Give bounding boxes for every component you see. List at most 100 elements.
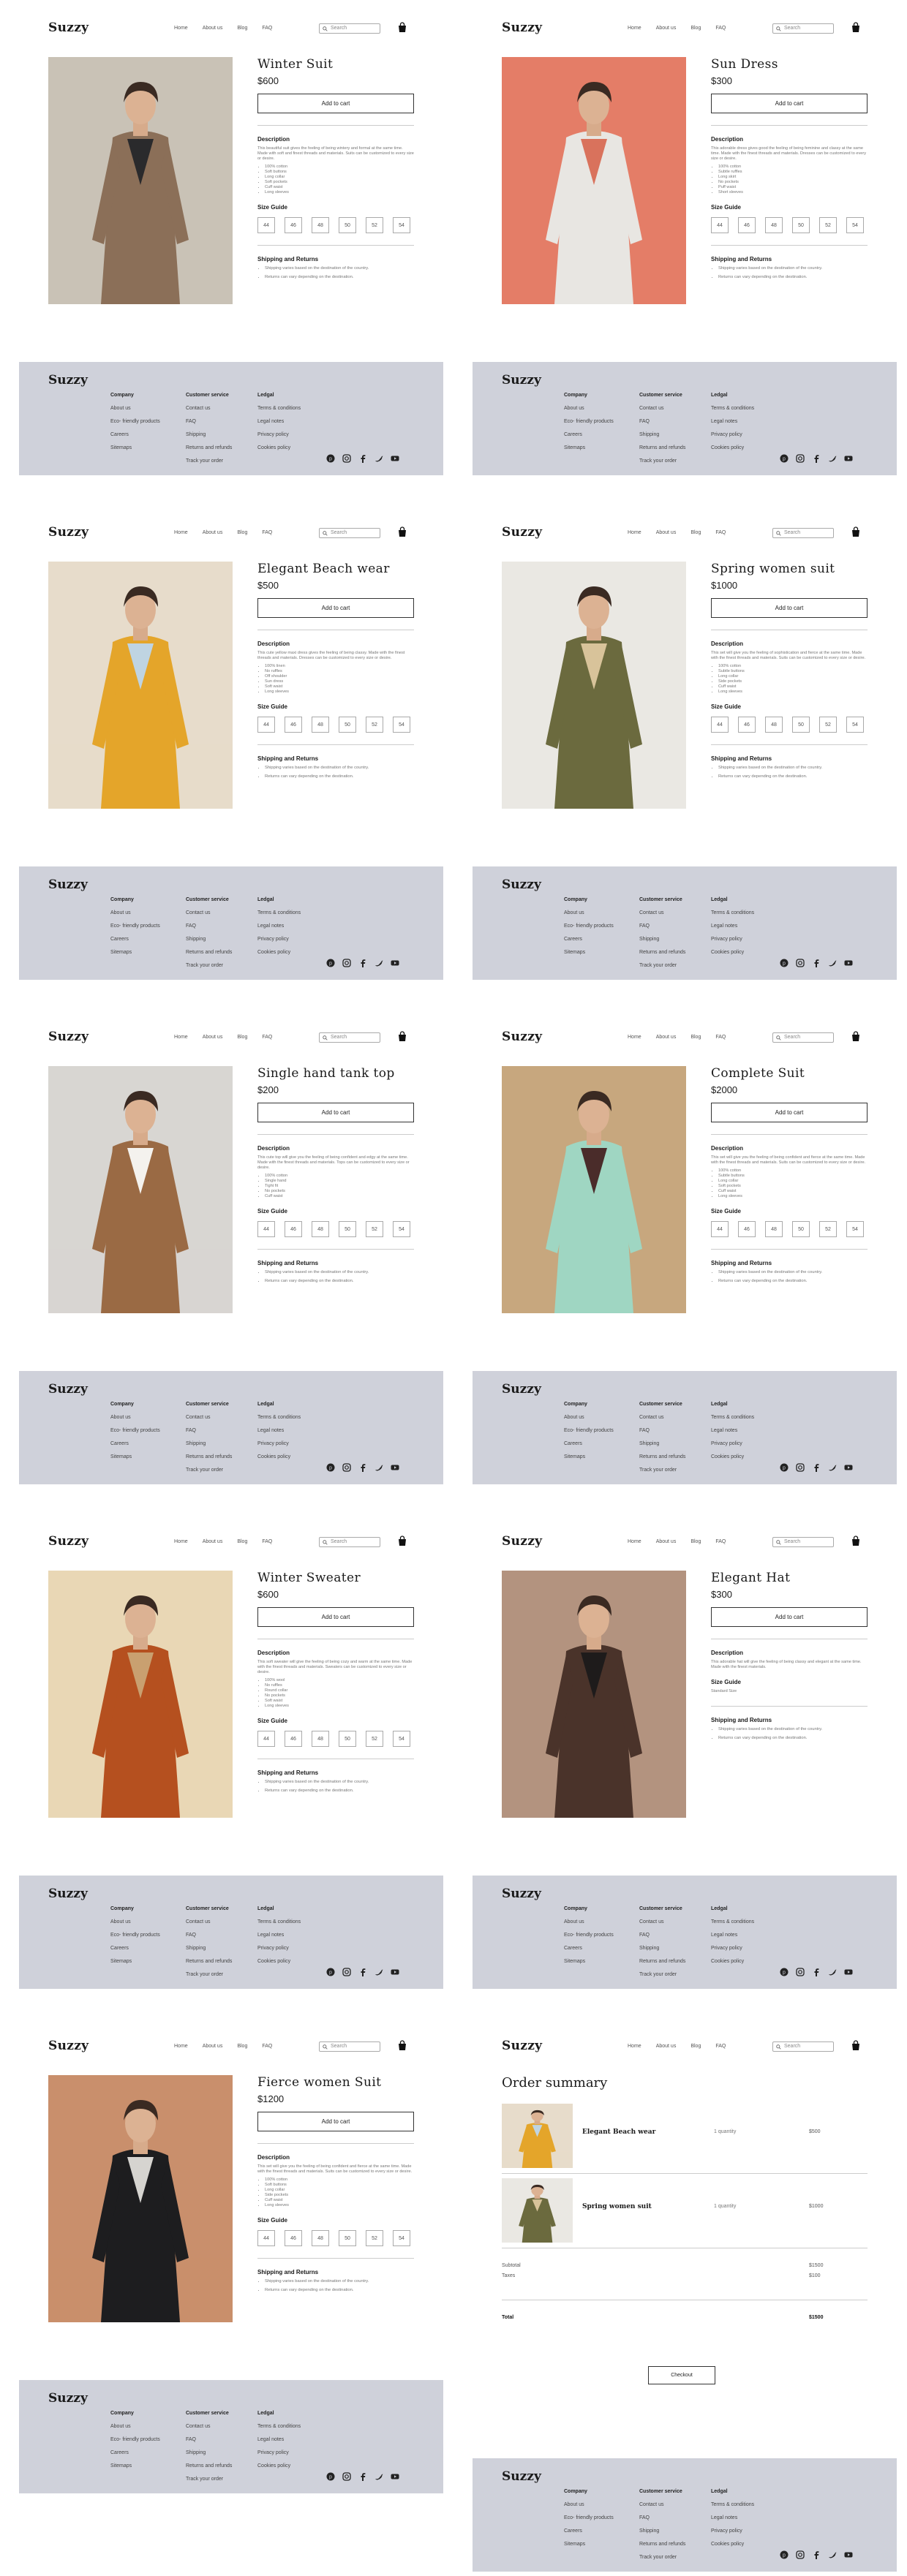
footer-link[interactable]: Eco- friendly products [564,1424,614,1438]
footer-link[interactable]: Sitemaps [564,442,614,455]
footer-link[interactable]: Privacy policy [257,1438,301,1451]
size-option[interactable]: 50 [339,717,356,733]
nav-link-home[interactable]: Home [628,530,641,535]
youtube-icon[interactable] [844,2550,853,2563]
search-input[interactable]: Search [319,528,380,538]
footer-link[interactable]: Sitemaps [110,946,160,959]
footer-link[interactable]: Careers [110,1438,160,1451]
footer-link[interactable]: Track your order [186,1968,232,1982]
footer-link[interactable]: FAQ [186,415,232,428]
footer-link[interactable]: Terms & conditions [257,2420,301,2433]
size-option[interactable]: 46 [738,1221,756,1237]
size-option[interactable]: 52 [366,1731,383,1747]
footer-link[interactable]: About us [564,907,614,920]
nav-link-home[interactable]: Home [174,1035,188,1040]
size-option[interactable]: 52 [819,217,837,233]
footer-logo[interactable]: Suzzy [502,1382,541,1397]
youtube-icon[interactable] [391,1462,399,1476]
size-option[interactable]: 44 [257,217,275,233]
footer-link[interactable]: Contact us [639,1411,685,1424]
shopping-bag-icon[interactable] [396,2039,408,2055]
brand-logo[interactable]: Suzzy [48,525,89,540]
brand-logo[interactable]: Suzzy [48,1030,89,1044]
size-option[interactable]: 44 [711,217,729,233]
twitter-icon[interactable] [828,2550,837,2563]
footer-link[interactable]: Careers [564,1438,614,1451]
search-input[interactable]: Search [772,23,834,34]
size-option[interactable]: 52 [366,217,383,233]
facebook-icon[interactable] [358,958,367,971]
nav-link-blog[interactable]: Blog [237,2044,247,2049]
footer-link[interactable]: Careers [110,933,160,946]
footer-link[interactable]: Cookies policy [711,1451,754,1464]
footer-link[interactable]: Eco- friendly products [110,1424,160,1438]
size-option[interactable]: 48 [312,217,329,233]
brand-logo[interactable]: Suzzy [48,20,89,35]
size-option[interactable]: 44 [257,717,275,733]
footer-link[interactable]: Terms & conditions [711,1411,754,1424]
nav-link-home[interactable]: Home [174,2044,188,2049]
footer-link[interactable]: Legal notes [257,415,301,428]
footer-link[interactable]: Cookies policy [257,946,301,959]
footer-logo[interactable]: Suzzy [48,1886,88,1901]
twitter-icon[interactable] [375,453,383,467]
search-input[interactable]: Search [319,23,380,34]
footer-link[interactable]: Eco- friendly products [110,415,160,428]
footer-link[interactable]: Terms & conditions [257,402,301,415]
facebook-icon[interactable] [812,1967,821,1980]
footer-link[interactable]: Returns and refunds [186,1451,232,1464]
footer-link[interactable]: Careers [110,428,160,442]
search-input[interactable]: Search [772,2041,834,2052]
footer-link[interactable]: Track your order [639,2551,685,2564]
shopping-bag-icon[interactable] [850,1030,862,1046]
footer-link[interactable]: Sitemaps [110,1451,160,1464]
footer-link[interactable]: Shipping [639,1942,685,1955]
footer-link[interactable]: Contact us [186,2420,232,2433]
nav-link-home[interactable]: Home [628,26,641,31]
footer-link[interactable]: Shipping [186,2447,232,2460]
size-option[interactable]: 54 [846,1221,864,1237]
footer-link[interactable]: Track your order [639,1464,685,1477]
facebook-icon[interactable] [812,1462,821,1476]
footer-link[interactable]: Cookies policy [711,946,754,959]
nav-link-blog[interactable]: Blog [690,1035,701,1040]
footer-link[interactable]: FAQ [639,415,685,428]
footer-link[interactable]: Track your order [639,959,685,972]
facebook-icon[interactable] [812,453,821,467]
footer-link[interactable]: About us [110,402,160,415]
footer-link[interactable]: Contact us [186,402,232,415]
nav-link-faq[interactable]: FAQ [262,1539,272,1544]
instagram-icon[interactable] [796,453,805,467]
footer-link[interactable]: Terms & conditions [711,402,754,415]
brand-logo[interactable]: Suzzy [48,1534,89,1549]
facebook-icon[interactable] [358,1967,367,1980]
size-option[interactable]: 46 [285,217,302,233]
size-option[interactable]: 44 [711,1221,729,1237]
footer-link[interactable]: Terms & conditions [257,1916,301,1929]
footer-link[interactable]: Privacy policy [711,1942,754,1955]
instagram-icon[interactable] [342,2471,351,2485]
search-input[interactable]: Search [319,1537,380,1547]
footer-logo[interactable]: Suzzy [48,1382,88,1397]
instagram-icon[interactable] [342,958,351,971]
footer-link[interactable]: About us [110,907,160,920]
footer-link[interactable]: Returns and refunds [186,442,232,455]
footer-link[interactable]: About us [110,2420,160,2433]
nav-link-blog[interactable]: Blog [237,1035,247,1040]
nav-link-about-us[interactable]: About us [203,530,223,535]
size-option[interactable]: 46 [738,217,756,233]
add-to-cart-button[interactable]: Add to cart [711,94,868,113]
footer-link[interactable]: Returns and refunds [639,1451,685,1464]
size-option[interactable]: 46 [285,2230,302,2246]
facebook-icon[interactable] [358,1462,367,1476]
size-option[interactable]: 48 [765,717,783,733]
nav-link-blog[interactable]: Blog [237,1539,247,1544]
instagram-icon[interactable] [796,1967,805,1980]
nav-link-blog[interactable]: Blog [690,1539,701,1544]
footer-link[interactable]: Track your order [186,959,232,972]
nav-link-faq[interactable]: FAQ [262,2044,272,2049]
footer-link[interactable]: Careers [110,2447,160,2460]
shopping-bag-icon[interactable] [396,1030,408,1046]
facebook-icon[interactable] [358,453,367,467]
footer-link[interactable]: Careers [564,933,614,946]
